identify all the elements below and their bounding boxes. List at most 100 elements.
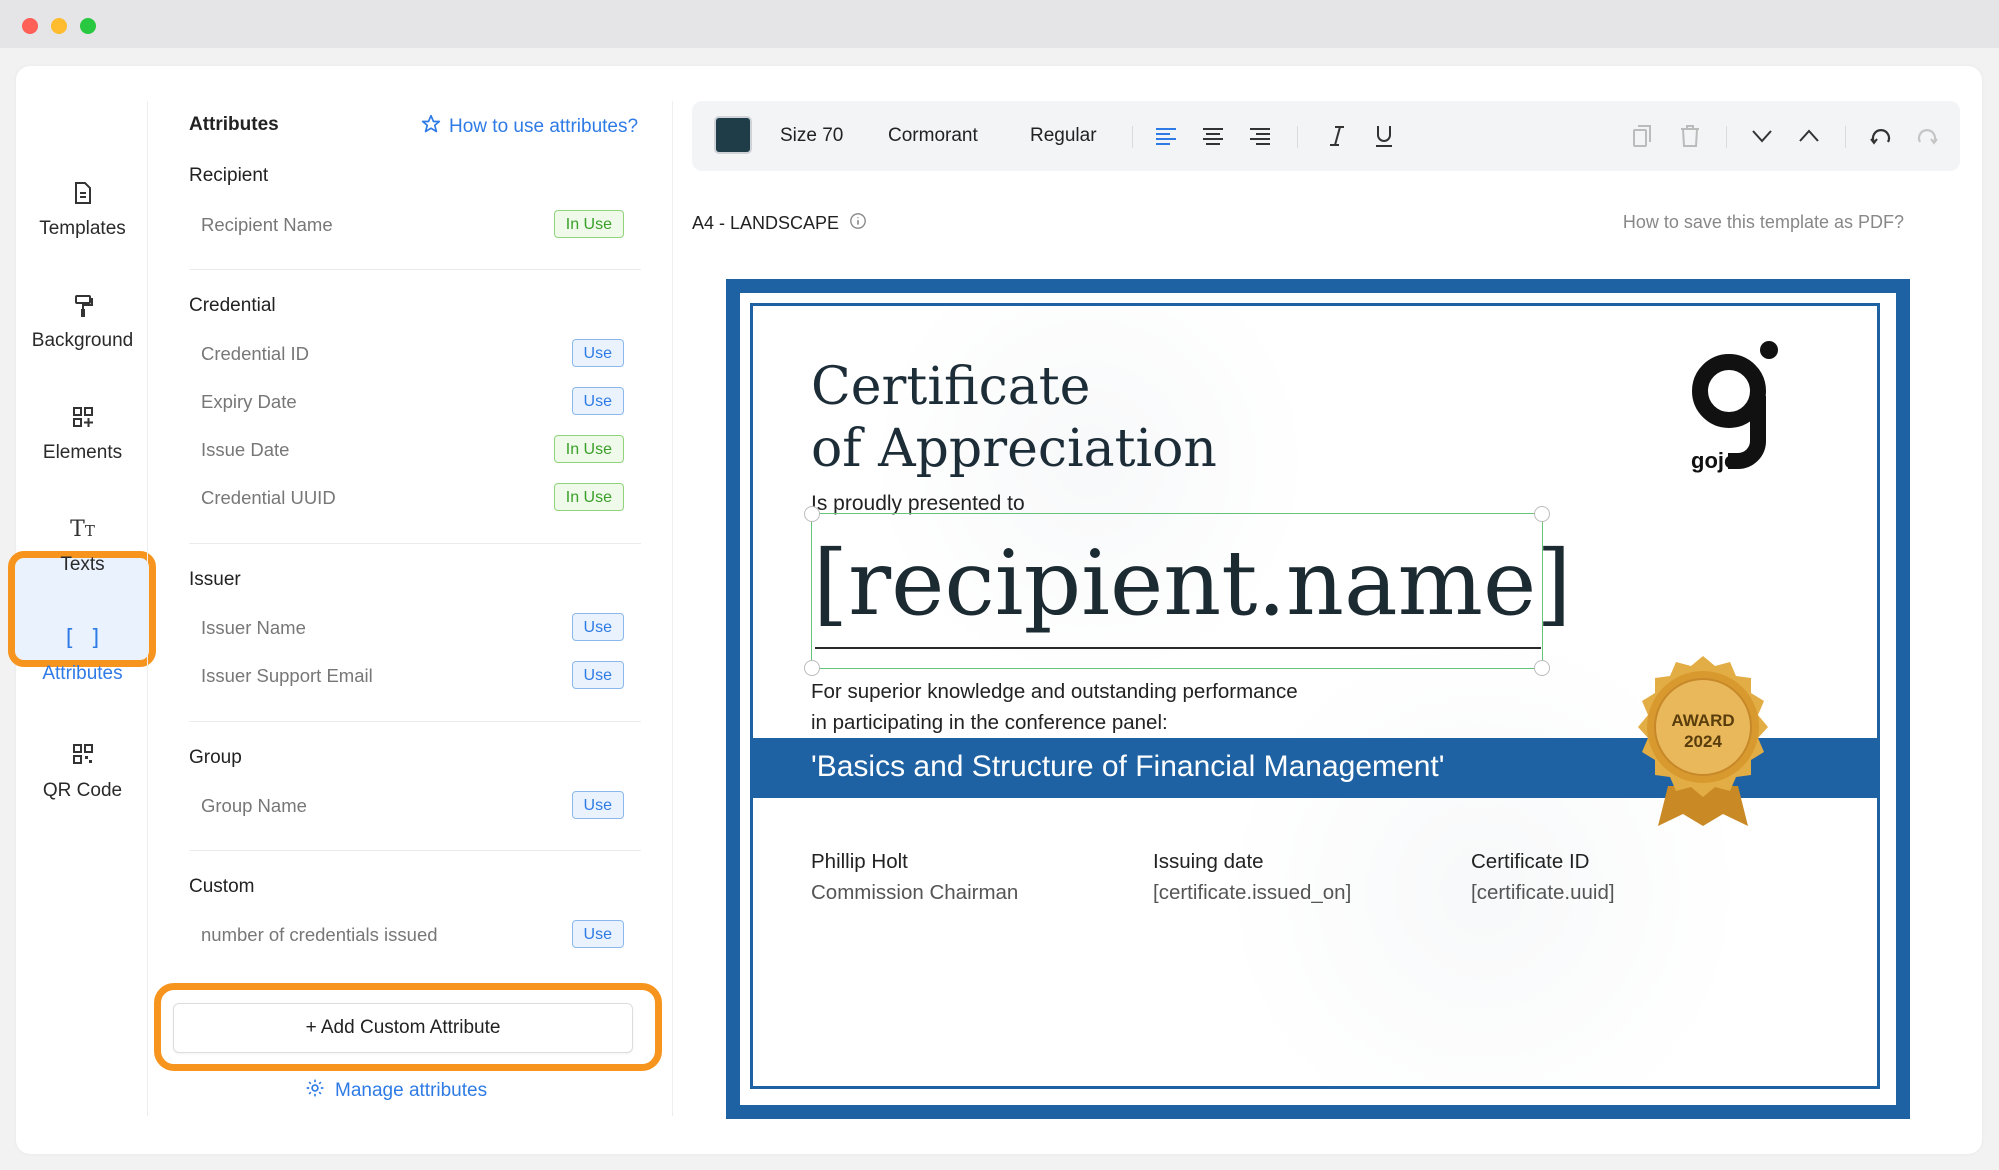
nav-divider [147,101,148,1116]
certificate-description[interactable]: For superior knowledge and outstanding p… [811,676,1431,738]
attribute-row-group-name: Group Name Use [189,785,636,827]
qr-code-icon [72,744,93,770]
font-weight-label: Regular [1030,125,1097,146]
info-icon[interactable] [849,212,867,235]
certificate-inner-frame: Certificate of Appreciation gojo Is prou… [750,303,1880,1089]
undo-icon[interactable] [1866,121,1896,151]
toolbar-separator [1132,126,1133,148]
nav-qr-code-label: QR Code [42,780,123,801]
in-use-badge[interactable]: In Use [553,483,624,511]
delete-icon[interactable] [1675,121,1705,151]
attribute-label: Credential UUID [201,487,336,508]
use-button[interactable]: Use [571,791,624,819]
attribute-row-recipient-name: Recipient Name In Use [189,204,636,246]
use-button[interactable]: Use [571,613,624,641]
section-divider [189,269,641,270]
text-color-swatch[interactable] [714,116,752,154]
signatory-name: Phillip Holt [811,850,908,873]
file-icon [73,182,93,208]
gear-icon [305,1078,325,1104]
description-line2: in participating in the conference panel… [811,711,1168,734]
manage-attributes-link[interactable]: Manage attributes [305,1078,487,1104]
nav-qr-code[interactable]: QR Code [16,723,149,823]
move-up-icon[interactable] [1794,121,1824,151]
nav-background[interactable]: Background [16,273,149,373]
nav-texts-label: Texts [60,554,105,575]
issuing-date-placeholder: [certificate.issued_on] [1153,881,1352,904]
resize-handle-top-right[interactable] [1534,506,1550,522]
section-divider [189,543,641,544]
toolbar-separator [1726,126,1727,148]
attribute-row-issuer-support-email: Issuer Support Email Use [189,655,636,697]
minimize-window-button[interactable] [51,18,67,34]
nav-elements[interactable]: Elements [16,385,149,485]
attribute-row-credential-uuid: Credential UUID In Use [189,477,636,519]
page-size-label: A4 - LANDSCAPE [692,212,867,235]
resize-handle-bottom-right[interactable] [1534,660,1550,676]
use-button[interactable]: Use [571,661,624,689]
text-format-toolbar: Size 70 Cormorant Regular [692,101,1960,171]
font-family-select[interactable]: Cormorant [888,101,978,171]
nav-texts[interactable]: TT Texts [16,497,149,597]
use-button[interactable]: Use [571,387,624,415]
duplicate-icon[interactable] [1627,121,1657,151]
attribute-label: Recipient Name [201,214,333,235]
footer-issuing-date[interactable]: Issuing date [certificate.issued_on] [1153,846,1351,908]
footer-signatory[interactable]: Phillip Holt Commission Chairman [811,846,1018,908]
attributes-panel: Attributes How to use attributes? Recipi… [149,66,654,1081]
move-down-icon[interactable] [1747,121,1777,151]
selection-box [804,506,1550,676]
certificate-id-heading: Certificate ID [1471,850,1590,873]
issuing-date-heading: Issuing date [1153,850,1264,873]
redo-icon[interactable] [1912,121,1942,151]
attribute-label: Issue Date [201,439,290,460]
save-template-as-pdf-link[interactable]: How to save this template as PDF? [1623,212,1904,233]
toolbar-separator [1845,126,1846,148]
attribute-row-credential-id: Credential ID Use [189,333,636,375]
resize-handle-bottom-left[interactable] [804,660,820,676]
gojo-logo[interactable]: gojo [1683,336,1783,476]
footer-certificate-id[interactable]: Certificate ID [certificate.uuid] [1471,846,1615,908]
nav-attributes[interactable]: [ ] Attributes [16,606,149,706]
nav-elements-label: Elements [42,442,123,463]
align-center-icon[interactable] [1198,121,1228,151]
align-left-icon[interactable] [1151,121,1181,151]
panel-title: Attributes [189,114,279,135]
text-icon: TT [70,517,95,542]
seal-text-year: 2024 [1684,732,1722,751]
add-custom-attribute-button[interactable]: + Add Custom Attribute [173,1003,633,1053]
maximize-window-button[interactable] [80,18,96,34]
manage-attributes-label: Manage attributes [335,1080,488,1101]
in-use-badge[interactable]: In Use [553,435,624,463]
font-size-select[interactable]: Size 70 [780,101,843,171]
elements-icon [72,406,94,432]
award-seal-icon[interactable]: AWARD 2024 [1623,656,1783,826]
section-title-custom: Custom [189,876,255,897]
font-size-label: Size 70 [780,125,844,146]
use-button[interactable]: Use [571,920,624,948]
align-right-icon[interactable] [1245,121,1275,151]
section-title-recipient: Recipient [189,165,269,186]
seal-text-award: AWARD [1671,711,1734,730]
attribute-label: Issuer Name [201,617,306,638]
panel-divider [672,101,673,1116]
attribute-label: Credential ID [201,343,309,364]
gojo-logo-text: gojo [1691,448,1738,473]
attribute-row-issue-date: Issue Date In Use [189,429,636,471]
font-family-label: Cormorant [888,125,978,146]
certificate-title-line1: Certificate [811,357,1091,417]
certificate-title[interactable]: Certificate of Appreciation [811,356,1217,480]
use-button[interactable]: Use [571,339,624,367]
in-use-badge[interactable]: In Use [553,210,624,238]
attribute-row-expiry-date: Expiry Date Use [189,381,636,423]
underline-icon[interactable] [1369,121,1399,151]
resize-handle-top-left[interactable] [804,506,820,522]
italic-icon[interactable] [1322,121,1352,151]
section-title-group: Group [189,747,242,768]
how-to-use-attributes-link[interactable]: How to use attributes? [421,114,638,140]
certificate-canvas[interactable]: Certificate of Appreciation gojo Is prou… [726,279,1910,1119]
close-window-button[interactable] [22,18,38,34]
how-to-use-attributes-label: How to use attributes? [449,116,639,137]
nav-templates[interactable]: Templates [16,161,149,261]
font-weight-select[interactable]: Regular [1030,101,1097,171]
